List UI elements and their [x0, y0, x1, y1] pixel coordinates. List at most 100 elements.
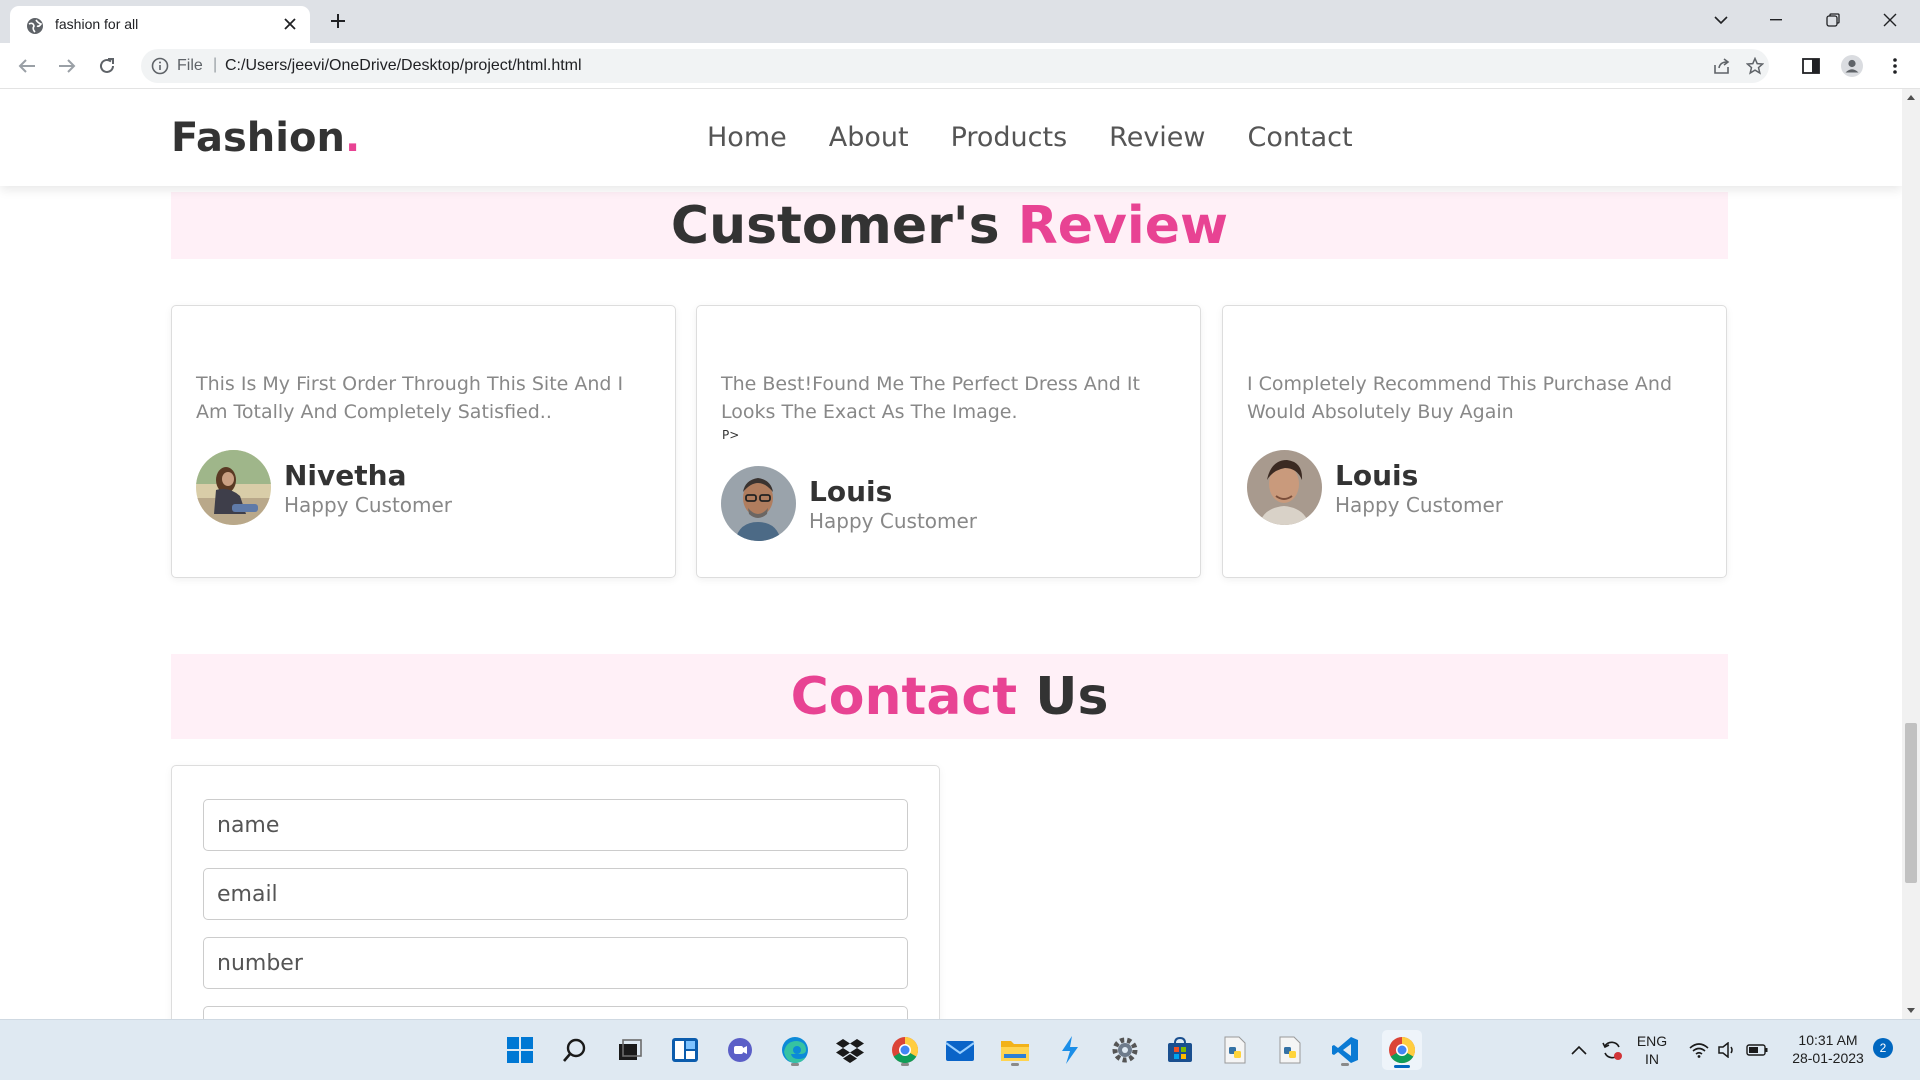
forward-arrow-icon[interactable] [54, 53, 80, 79]
region-code: IN [1645, 1051, 1659, 1067]
nav-contact[interactable]: Contact [1248, 122, 1353, 153]
clock-time: 10:31 AM [1798, 1032, 1858, 1048]
message-textarea[interactable] [203, 1006, 908, 1019]
battery-icon[interactable] [1742, 1032, 1772, 1068]
page-viewport: Fashion. Home About Products Review Cont… [0, 89, 1902, 1019]
review-card: This Is My First Order Through This Site… [171, 305, 676, 578]
sync-icon[interactable] [1598, 1032, 1626, 1068]
address-scheme-label: File [177, 57, 203, 74]
site-logo[interactable]: Fashion. [171, 115, 360, 161]
nav-about[interactable]: About [829, 122, 909, 153]
chevron-up-icon[interactable] [1568, 1032, 1590, 1068]
back-arrow-icon[interactable] [14, 53, 40, 79]
browser-tab-active[interactable]: fashion for all [10, 6, 310, 43]
file-explorer-icon[interactable] [997, 1032, 1033, 1068]
side-panel-icon[interactable] [1800, 55, 1822, 77]
vscode-icon[interactable] [1327, 1032, 1363, 1068]
widgets-icon[interactable] [667, 1032, 703, 1068]
review-heading-band: Customer's Review [171, 192, 1728, 259]
new-tab-plus-icon[interactable] [326, 9, 350, 33]
customer-role: Happy Customer [809, 509, 978, 533]
active-indicator [1394, 1065, 1410, 1068]
browser-tab-strip: fashion for all [0, 0, 1920, 43]
task-view-icon[interactable] [612, 1032, 648, 1068]
customer-avatar [721, 466, 796, 541]
nav-review[interactable]: Review [1109, 122, 1205, 153]
site-header: Fashion. Home About Products Review Cont… [0, 89, 1902, 186]
customer-avatar [1247, 450, 1322, 525]
address-url[interactable]: C:/Users/jeevi/OneDrive/Desktop/project/… [225, 57, 582, 75]
share-icon[interactable] [1712, 56, 1732, 76]
scrollbar-thumb[interactable] [1905, 723, 1917, 883]
scroll-up-arrow-icon[interactable] [1907, 95, 1915, 100]
language-code: ENG [1636, 1033, 1668, 1049]
tab-close-icon[interactable] [280, 14, 300, 34]
tab-search-chevron-icon[interactable] [1706, 6, 1736, 34]
bookmark-star-icon[interactable] [1745, 56, 1765, 76]
teams-chat-icon[interactable] [722, 1032, 758, 1068]
vscode-insiders-icon[interactable] [1052, 1032, 1088, 1068]
scroll-down-arrow-icon[interactable] [1907, 1008, 1915, 1013]
customer-avatar [196, 450, 271, 525]
tab-title: fashion for all [55, 16, 139, 32]
minimize-icon[interactable] [1761, 6, 1791, 34]
kebab-menu-icon[interactable] [1884, 55, 1906, 77]
python-file-icon[interactable] [1272, 1032, 1308, 1068]
review-text: This Is My First Order Through This Site… [196, 373, 624, 423]
nav-home[interactable]: Home [707, 122, 787, 153]
logo-text: Fashion [171, 115, 345, 161]
logo-dot: . [344, 115, 361, 161]
contact-heading: Contact Us [791, 667, 1109, 727]
browser-toolbar: File | C:/Users/jeevi/OneDrive/Desktop/p… [0, 43, 1920, 89]
address-separator: | [213, 56, 218, 73]
running-indicator [1341, 1063, 1349, 1066]
clock-date: 28-01-2023 [1792, 1050, 1864, 1066]
settings-gear-icon[interactable] [1107, 1032, 1143, 1068]
chrome-active-icon[interactable] [1382, 1030, 1422, 1070]
nav-products[interactable]: Products [951, 122, 1068, 153]
edge-browser-icon[interactable] [777, 1032, 813, 1068]
language-indicator[interactable]: ENG IN [1632, 1032, 1672, 1068]
contact-heading-main: Us [1035, 666, 1109, 727]
review-text: I Completely Recommend This Purchase And… [1247, 373, 1673, 423]
notification-count-badge[interactable]: 2 [1873, 1038, 1893, 1058]
customer-role: Happy Customer [1335, 493, 1504, 517]
stray-markup-text: P> [722, 428, 740, 442]
site-nav: Home About Products Review Contact [707, 122, 1395, 153]
dropbox-icon[interactable] [832, 1032, 868, 1068]
customer-role: Happy Customer [284, 493, 453, 517]
address-bar[interactable]: File | C:/Users/jeevi/OneDrive/Desktop/p… [141, 49, 1769, 83]
windows-start-icon[interactable] [502, 1032, 538, 1068]
customer-name: Louis [809, 475, 893, 508]
globe-icon [26, 17, 44, 35]
close-window-icon[interactable] [1875, 6, 1905, 34]
site-info-icon[interactable] [151, 57, 169, 75]
customer-name: Nivetha [284, 459, 407, 492]
number-input[interactable] [203, 937, 908, 989]
review-text: The Best!Found Me The Perfect Dress And … [721, 373, 1140, 423]
windows-taskbar: ENG IN 10:31 AM 28-01-2023 2 [0, 1019, 1920, 1080]
running-indicator [1011, 1063, 1019, 1066]
contact-heading-accent: Contact [790, 666, 1018, 727]
restore-icon[interactable] [1818, 6, 1848, 34]
running-indicator [791, 1063, 799, 1066]
email-input[interactable] [203, 868, 908, 920]
search-icon[interactable] [557, 1032, 593, 1068]
contact-form [171, 765, 940, 1019]
store-icon[interactable] [1162, 1032, 1198, 1068]
wifi-icon[interactable] [1686, 1032, 1712, 1068]
chrome-icon[interactable] [887, 1032, 923, 1068]
python-file-icon[interactable] [1217, 1032, 1253, 1068]
running-indicator [901, 1063, 909, 1066]
review-heading: Customer's Review [671, 196, 1228, 256]
clock[interactable]: 10:31 AM 28-01-2023 [1782, 1031, 1874, 1067]
profile-avatar-icon[interactable] [1841, 55, 1863, 77]
name-input[interactable] [203, 799, 908, 851]
volume-icon[interactable] [1714, 1032, 1740, 1068]
review-heading-main: Customer's [670, 195, 1000, 256]
review-heading-accent: Review [1017, 195, 1229, 256]
mail-icon[interactable] [942, 1032, 978, 1068]
customer-name: Louis [1335, 459, 1419, 492]
page-scrollbar[interactable] [1902, 89, 1920, 1019]
reload-icon[interactable] [94, 53, 120, 79]
